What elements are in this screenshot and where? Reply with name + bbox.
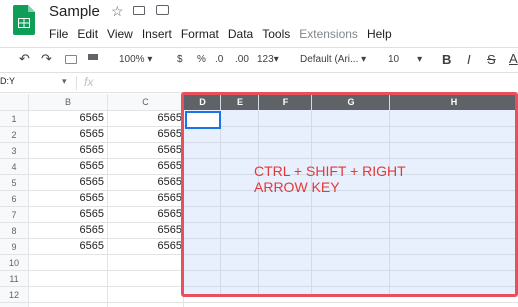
formula-divider	[76, 76, 77, 90]
row-number[interactable]: 2	[0, 130, 28, 140]
column-header-b[interactable]: B	[29, 94, 107, 110]
paint-format-icon[interactable]	[88, 54, 98, 60]
menu-edit[interactable]: Edit	[77, 27, 98, 41]
zoom-select[interactable]: 100% ▾	[119, 54, 152, 65]
name-box-value: D:Y	[0, 76, 16, 86]
menu-file[interactable]: File	[49, 27, 68, 41]
cell-c5[interactable]: 6565	[108, 176, 182, 188]
row-number[interactable]: 6	[0, 194, 28, 204]
menu-bar: File Edit View Insert Format Data Tools Extensi…	[49, 25, 401, 43]
cell-c3[interactable]: 6565	[108, 144, 182, 156]
row-number[interactable]: 7	[0, 210, 28, 220]
star-icon[interactable]: ☆	[111, 3, 124, 20]
italic-button[interactable]: I	[467, 52, 471, 67]
chevron-down-icon: ▾	[417, 54, 423, 65]
cell-b5[interactable]: 6565	[29, 176, 104, 188]
strikethrough-button[interactable]: S	[487, 52, 496, 67]
row-number[interactable]: 9	[0, 242, 28, 252]
row-number[interactable]: 11	[0, 274, 28, 284]
cell-c9[interactable]: 6565	[108, 240, 182, 252]
more-formats-label: 123	[257, 54, 274, 65]
cell-b9[interactable]: 6565	[29, 240, 104, 252]
undo-icon[interactable]: ↶	[19, 51, 30, 67]
font-size-select[interactable]: 10 ▾	[388, 54, 422, 65]
row-number[interactable]: 8	[0, 226, 28, 236]
menu-view[interactable]: View	[107, 27, 133, 41]
increase-decimal-button[interactable]: .00	[235, 54, 249, 65]
cell-b4[interactable]: 6565	[29, 160, 104, 172]
font-select[interactable]: Default (Ari... ▾	[300, 54, 366, 65]
row-number[interactable]: 3	[0, 146, 28, 156]
cell-b2[interactable]: 6565	[29, 128, 104, 140]
cell-b1[interactable]: 6565	[29, 112, 104, 124]
currency-button[interactable]: $	[177, 54, 183, 65]
zoom-value: 100%	[119, 54, 145, 65]
row-number[interactable]: 5	[0, 178, 28, 188]
menu-data[interactable]: Data	[228, 27, 253, 41]
row-number[interactable]: 10	[0, 258, 28, 268]
decrease-decimal-button[interactable]: .0	[215, 54, 223, 65]
chevron-down-icon: ▾	[361, 54, 367, 65]
cell-b8[interactable]: 6565	[29, 224, 104, 236]
row-number[interactable]: 12	[0, 290, 28, 300]
annotation-text: CTRL + SHIFT + RIGHT ARROW KEY	[254, 163, 406, 195]
cell-b6[interactable]: 6565	[29, 192, 104, 204]
cell-c8[interactable]: 6565	[108, 224, 182, 236]
chevron-down-icon: ▾	[62, 76, 67, 86]
move-folder-icon[interactable]	[133, 6, 145, 15]
font-size-value: 10	[388, 54, 400, 65]
menu-format[interactable]: Format	[181, 27, 219, 41]
bold-button[interactable]: B	[442, 52, 451, 67]
cell-b3[interactable]: 6565	[29, 144, 104, 156]
percent-button[interactable]: %	[197, 54, 206, 65]
row-number[interactable]: 4	[0, 162, 28, 172]
annotation-line-2: ARROW KEY	[254, 179, 340, 195]
formula-bar	[0, 73, 518, 93]
chevron-down-icon: ▾	[147, 54, 153, 65]
sheets-logo-icon	[13, 5, 35, 35]
cell-c4[interactable]: 6565	[108, 160, 182, 172]
name-box[interactable]: D:Y ▾	[0, 76, 72, 91]
menu-insert[interactable]: Insert	[142, 27, 172, 41]
print-icon[interactable]	[65, 55, 77, 64]
cell-c6[interactable]: 6565	[108, 192, 182, 204]
menu-help[interactable]: Help	[367, 27, 392, 41]
more-formats-button[interactable]: 123▾	[257, 54, 279, 65]
column-header-c[interactable]: C	[108, 94, 183, 110]
doc-title[interactable]: Sample	[49, 3, 100, 20]
cell-c7[interactable]: 6565	[108, 208, 182, 220]
chevron-down-icon: ▾	[273, 54, 279, 65]
cloud-status-icon[interactable]	[156, 5, 169, 15]
cell-c2[interactable]: 6565	[108, 128, 182, 140]
menu-extensions[interactable]: Extensions	[299, 27, 358, 41]
row-number[interactable]: 1	[0, 114, 28, 124]
redo-icon[interactable]: ↷	[41, 51, 52, 67]
cell-b7[interactable]: 6565	[29, 208, 104, 220]
annotation-line-1: CTRL + SHIFT + RIGHT	[254, 163, 406, 179]
fx-icon: fx	[84, 75, 94, 89]
text-color-button[interactable]: A	[509, 51, 518, 66]
font-value: Default (Ari...	[300, 54, 359, 65]
menu-tools[interactable]: Tools	[262, 27, 290, 41]
cell-c1[interactable]: 6565	[108, 112, 182, 124]
